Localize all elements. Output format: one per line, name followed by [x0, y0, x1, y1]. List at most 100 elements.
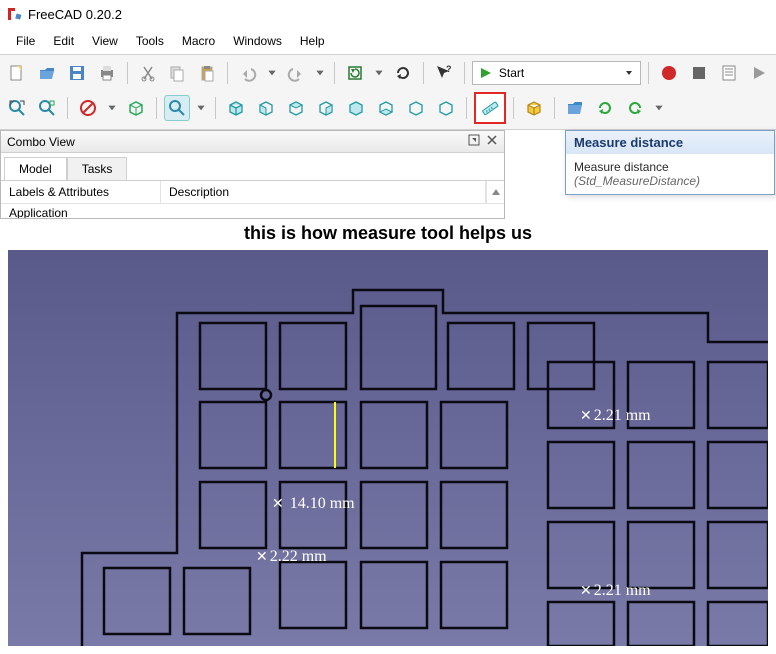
measure-line: [334, 402, 336, 468]
link-dropdown-icon[interactable]: [652, 95, 666, 121]
refresh-icon[interactable]: [342, 60, 368, 86]
macro-play-icon[interactable]: [746, 60, 772, 86]
undo-icon[interactable]: [235, 60, 261, 86]
part-box-icon[interactable]: [521, 95, 547, 121]
refresh-dropdown-icon[interactable]: [372, 60, 386, 86]
separator: [466, 97, 467, 119]
undo-dropdown-icon[interactable]: [265, 60, 279, 86]
measurement-2: ✕2.22 mm: [256, 548, 327, 566]
separator: [464, 62, 465, 84]
menu-macro[interactable]: Macro: [174, 31, 223, 51]
set-working-dir-icon[interactable]: [562, 95, 588, 121]
print-icon[interactable]: [94, 60, 120, 86]
col-labels[interactable]: Labels & Attributes: [1, 181, 161, 203]
menu-help[interactable]: Help: [292, 31, 333, 51]
tooltip-body: Measure distance (Std_MeasureDistance): [566, 154, 774, 194]
combo-view-panel: Combo View Model Tasks Labels & Attribut…: [0, 130, 505, 219]
toolbar-row-1: ? Start: [4, 57, 772, 89]
tooltip-area: Measure distance Measure distance (Std_M…: [505, 130, 776, 219]
3d-viewport[interactable]: ✕ 14.10 mm ✕2.22 mm ✕2.21 mm ✕2.21 mm: [8, 250, 768, 646]
redo-icon[interactable]: [283, 60, 309, 86]
tooltip-command: (Std_MeasureDistance): [574, 174, 766, 188]
mid-area: Combo View Model Tasks Labels & Attribut…: [0, 130, 776, 219]
measurement-4: ✕2.21 mm: [580, 582, 651, 600]
view-iso-cube-icon[interactable]: [223, 95, 249, 121]
macro-record-icon[interactable]: [656, 60, 682, 86]
menu-bar: File Edit View Tools Macro Windows Help: [0, 28, 776, 54]
separator: [334, 62, 335, 84]
close-panel-icon[interactable]: [486, 134, 498, 149]
macro-stop-icon[interactable]: [686, 60, 712, 86]
menu-view[interactable]: View: [84, 31, 126, 51]
view-isometric-icon[interactable]: [164, 95, 190, 121]
link-import-icon[interactable]: [622, 95, 648, 121]
chevron-down-icon: [624, 68, 634, 78]
measure-distance-highlight: [474, 92, 506, 124]
app-logo-icon: [6, 6, 22, 22]
menu-file[interactable]: File: [8, 31, 43, 51]
draw-style-icon[interactable]: [75, 95, 101, 121]
view-top-icon[interactable]: [283, 95, 309, 121]
whats-this-icon[interactable]: ?: [431, 60, 457, 86]
combo-tabs: Model Tasks: [1, 153, 504, 181]
tab-tasks[interactable]: Tasks: [67, 157, 128, 180]
copy-icon[interactable]: [165, 60, 191, 86]
view-left-icon[interactable]: [403, 95, 429, 121]
reload-icon[interactable]: [390, 60, 416, 86]
separator: [156, 97, 157, 119]
cut-icon[interactable]: [135, 60, 161, 86]
start-arrow-icon: [479, 66, 493, 80]
view-iso-dropdown-icon[interactable]: [194, 95, 208, 121]
draw-style-dropdown-icon[interactable]: [105, 95, 119, 121]
tree-headers: Labels & Attributes Description: [1, 181, 504, 204]
annotation-text: this is how measure tool helps us: [0, 219, 776, 250]
tab-model[interactable]: Model: [4, 157, 67, 180]
view-right-icon[interactable]: [313, 95, 339, 121]
measurement-1: ✕ 14.10 mm: [272, 495, 355, 513]
view-bottom-icon[interactable]: [373, 95, 399, 121]
scroll-up-icon[interactable]: [486, 181, 504, 203]
separator: [127, 62, 128, 84]
link-make-icon[interactable]: [592, 95, 618, 121]
separator: [554, 97, 555, 119]
menu-edit[interactable]: Edit: [45, 31, 82, 51]
open-file-icon[interactable]: [34, 60, 60, 86]
menu-windows[interactable]: Windows: [225, 31, 290, 51]
measurement-3: ✕2.21 mm: [580, 407, 651, 425]
view-axo-icon[interactable]: [433, 95, 459, 121]
combo-view-title: Combo View: [7, 135, 75, 149]
paste-icon[interactable]: [194, 60, 220, 86]
undock-icon[interactable]: [468, 134, 480, 149]
separator: [215, 97, 216, 119]
fit-all-icon[interactable]: [4, 95, 30, 121]
save-file-icon[interactable]: [64, 60, 90, 86]
separator: [227, 62, 228, 84]
view-front-icon[interactable]: [253, 95, 279, 121]
tooltip-desc: Measure distance: [574, 160, 766, 174]
viewport-drawing: [8, 250, 768, 646]
separator: [67, 97, 68, 119]
tooltip-title: Measure distance: [566, 131, 774, 154]
separator: [648, 62, 649, 84]
view-rear-icon[interactable]: [343, 95, 369, 121]
combo-view-header: Combo View: [1, 131, 504, 153]
macro-list-icon[interactable]: [716, 60, 742, 86]
fit-selection-icon[interactable]: [34, 95, 60, 121]
col-description[interactable]: Description: [161, 181, 486, 203]
toolbars: ? Start: [0, 54, 776, 130]
tree-row-application[interactable]: Application: [1, 204, 504, 218]
workbench-label: Start: [499, 66, 524, 80]
menu-tools[interactable]: Tools: [128, 31, 172, 51]
toolbar-row-2: [4, 89, 772, 127]
svg-text:?: ?: [446, 64, 452, 74]
workbench-selector[interactable]: Start: [472, 61, 641, 85]
separator: [513, 97, 514, 119]
separator: [423, 62, 424, 84]
new-file-icon[interactable]: [4, 60, 30, 86]
bounding-box-icon[interactable]: [123, 95, 149, 121]
measure-distance-icon[interactable]: [477, 95, 503, 121]
title-bar: FreeCAD 0.20.2: [0, 0, 776, 28]
redo-dropdown-icon[interactable]: [313, 60, 327, 86]
app-title: FreeCAD 0.20.2: [28, 7, 122, 22]
tooltip-measure-distance: Measure distance Measure distance (Std_M…: [565, 130, 775, 195]
